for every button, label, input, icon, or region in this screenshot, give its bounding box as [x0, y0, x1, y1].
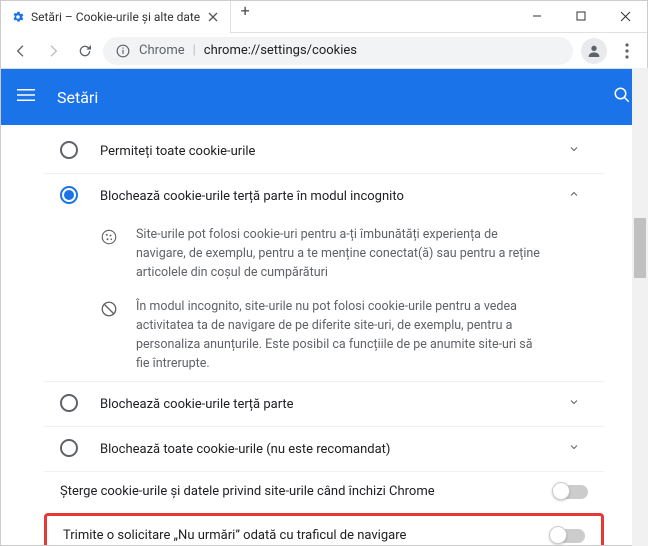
- block-icon: [100, 298, 120, 322]
- minimize-button[interactable]: [515, 1, 559, 31]
- radio-label: Blochează toate cookie-urile (nu este re…: [100, 442, 548, 457]
- search-icon[interactable]: [613, 86, 631, 108]
- radio-block-third-incognito[interactable]: Blochează cookie-urile terță parte în mo…: [44, 173, 604, 218]
- toggle-switch[interactable]: [554, 485, 588, 499]
- highlight-annotation: Trimite o solicitare „Nu urmări” odată c…: [44, 513, 604, 545]
- radio-allow-all[interactable]: Permiteți toate cookie-urile: [44, 129, 604, 173]
- settings-content: Permiteți toate cookie-urile Blochează c…: [1, 125, 647, 545]
- close-window-button[interactable]: [603, 1, 647, 31]
- chevron-down-icon: [568, 396, 588, 412]
- chrome-menu-button[interactable]: [613, 37, 641, 65]
- maximize-button[interactable]: [559, 1, 603, 31]
- cookie-icon: [100, 226, 120, 250]
- toggle-clear-on-exit[interactable]: Șterge cookie-urile și datele privind si…: [44, 471, 604, 511]
- browser-tab[interactable]: Setări – Cookie-urile și alte date: [1, 1, 231, 33]
- back-button[interactable]: [7, 37, 35, 65]
- toggle-label: Șterge cookie-urile și datele privind si…: [60, 484, 538, 499]
- omnibox-prefix: Chrome: [139, 43, 185, 58]
- radio-label: Blochează cookie-urile terță parte în mo…: [100, 189, 548, 204]
- toggle-do-not-track[interactable]: Trimite o solicitare „Nu urmări” odată c…: [47, 516, 601, 545]
- profile-button[interactable]: [581, 38, 607, 64]
- radio-block-third[interactable]: Blochează cookie-urile terță parte: [44, 381, 604, 426]
- desc-text: În modul incognito, site-urile nu pot fo…: [136, 298, 588, 373]
- omnibox-url: chrome://settings/cookies: [204, 43, 357, 58]
- radio-label: Blochează cookie-urile terță parte: [100, 397, 548, 412]
- toggle-label: Trimite o solicitare „Nu urmări” odată c…: [63, 528, 535, 543]
- desc-block: În modul incognito, site-urile nu pot fo…: [44, 290, 604, 381]
- window-titlebar: Setări – Cookie-urile și alte date +: [1, 1, 647, 33]
- close-tab-icon[interactable]: [206, 10, 220, 24]
- site-info-icon[interactable]: [115, 43, 131, 59]
- forward-button[interactable]: [39, 37, 67, 65]
- omnibox[interactable]: Chrome | chrome://settings/cookies: [103, 37, 573, 65]
- radio-block-all[interactable]: Blochează toate cookie-urile (nu este re…: [44, 426, 604, 471]
- scrollbar-thumb[interactable]: [634, 218, 646, 278]
- desc-text: Site-urile pot folosi cookie-uri pentru …: [136, 226, 588, 282]
- chevron-down-icon: [568, 441, 588, 457]
- new-tab-button[interactable]: +: [231, 1, 259, 20]
- radio-label: Permiteți toate cookie-urile: [100, 144, 548, 159]
- chevron-up-icon: [568, 188, 588, 204]
- desc-cookie: Site-urile pot folosi cookie-uri pentru …: [44, 218, 604, 290]
- menu-icon[interactable]: [17, 86, 37, 108]
- toggle-switch[interactable]: [551, 529, 585, 543]
- address-bar: Chrome | chrome://settings/cookies: [1, 33, 647, 69]
- gear-icon: [11, 10, 25, 24]
- reload-button[interactable]: [71, 37, 99, 65]
- tab-title: Setări – Cookie-urile și alte date: [31, 10, 200, 24]
- page-title: Setări: [57, 88, 593, 107]
- window-controls: [515, 1, 647, 31]
- chevron-down-icon: [568, 143, 588, 159]
- settings-header: Setări: [1, 69, 647, 125]
- scrollbar[interactable]: [632, 68, 648, 546]
